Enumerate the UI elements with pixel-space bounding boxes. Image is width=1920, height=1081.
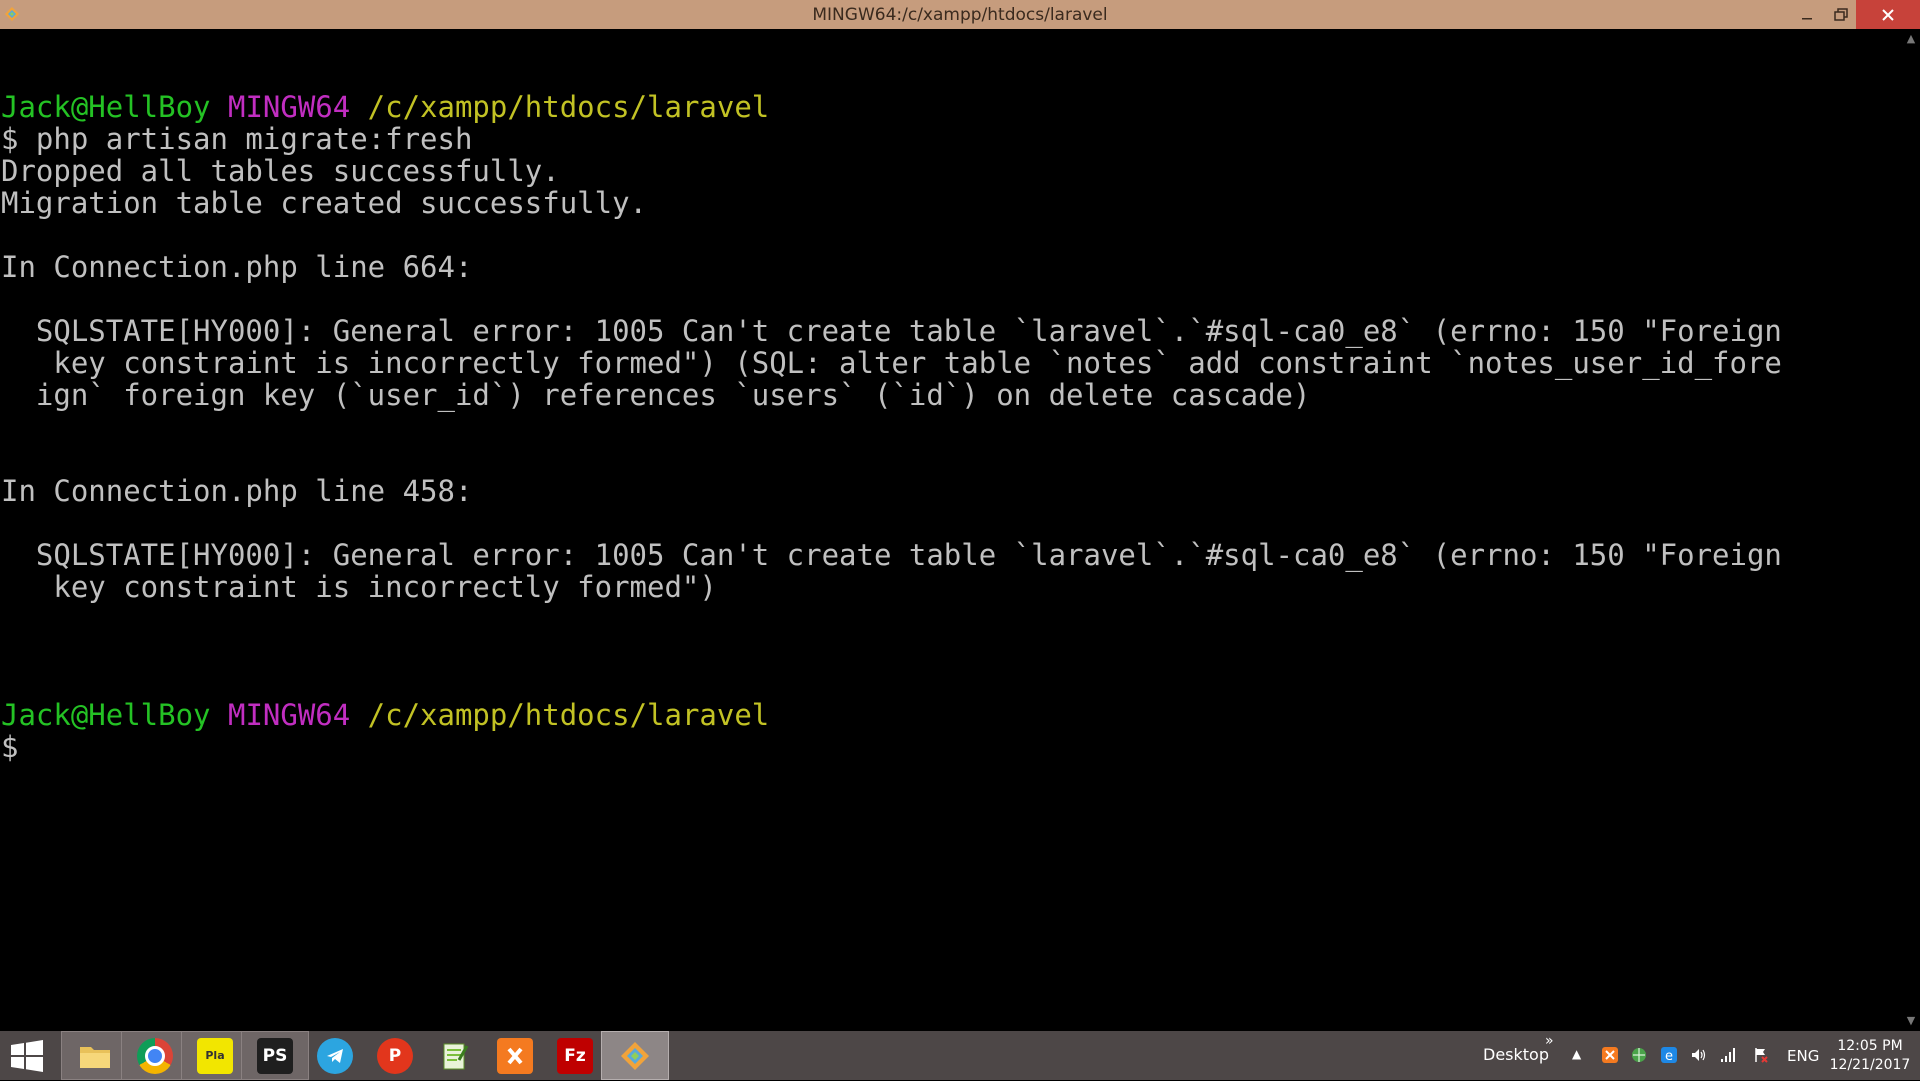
xampp-icon [497, 1037, 533, 1074]
action-center-flag-icon[interactable] [1751, 1045, 1771, 1065]
clock-time: 12:05 PM [1837, 1038, 1903, 1054]
scroll-up-arrow-icon[interactable]: ▲ [1905, 33, 1917, 45]
minimize-button[interactable] [1790, 0, 1824, 29]
edge-tray-icon[interactable]: e [1659, 1045, 1679, 1065]
terminal-text-segment: ign` foreign key (`user_id`) references … [1, 378, 1311, 412]
prompt-msystem: MINGW64 [227, 90, 351, 124]
terminal-line: In Connection.php line 664: [1, 251, 1782, 283]
volume-icon[interactable] [1689, 1045, 1709, 1065]
taskbar-app-xampp[interactable] [481, 1031, 549, 1080]
prompt-user-host: Jack@HellBoy [1, 698, 211, 732]
network-globe-tray-icon[interactable] [1629, 1045, 1649, 1065]
chrome-icon [137, 1037, 173, 1074]
close-icon [1882, 8, 1894, 21]
taskbar-app-filezilla[interactable]: Fz [541, 1031, 609, 1080]
terminal-text-segment: SQLSTATE[HY000]: General error: 1005 Can… [1, 538, 1782, 572]
git-icon [617, 1038, 653, 1074]
taskbar: Pla PS P Fz Desktop » ▲ e ENG 12:05 PM 12/2… [0, 1031, 1920, 1080]
desktop-toolbar-label[interactable]: Desktop [1483, 1031, 1549, 1080]
terminal-text-segment: $ php artisan migrate:fresh [1, 122, 473, 156]
clock-date: 12/21/2017 [1829, 1057, 1911, 1073]
telegram-icon [317, 1037, 353, 1074]
svg-text:e: e [1665, 1049, 1673, 1064]
terminal-line: In Connection.php line 458: [1, 475, 1782, 507]
taskbar-app-telegram[interactable] [301, 1031, 369, 1080]
input-language-indicator[interactable]: ENG [1787, 1031, 1819, 1080]
system-clock[interactable]: 12:05 PM 12/21/2017 [1826, 1037, 1914, 1075]
terminal-text-segment: key constraint is incorrectly formed") [1, 570, 717, 604]
terminal-line: $ php artisan migrate:fresh [1, 123, 1782, 155]
player-icon: Pla [197, 1037, 233, 1074]
scroll-down-arrow-icon[interactable]: ▼ [1905, 1015, 1917, 1027]
window-titlebar[interactable]: MINGW64:/c/xampp/htdocs/laravel [0, 0, 1920, 29]
terminal-line: $ [1, 731, 1782, 763]
minimize-icon [1802, 17, 1812, 19]
terminal-line: Jack@HellBoy MINGW64 /c/xampp/htdocs/lar… [1, 699, 1782, 731]
network-signal-icon[interactable] [1718, 1045, 1738, 1065]
window-title: MINGW64:/c/xampp/htdocs/laravel [812, 5, 1108, 25]
terminal-text-segment: Dropped all tables successfully. [1, 154, 560, 188]
terminal-line: ign` foreign key (`user_id`) references … [1, 379, 1782, 411]
taskbar-app-file-explorer[interactable] [61, 1031, 129, 1080]
terminal-line: SQLSTATE[HY000]: General error: 1005 Can… [1, 539, 1782, 571]
notepad-icon [437, 1038, 473, 1074]
taskbar-app-postman[interactable]: P [361, 1031, 429, 1080]
desktop-toolbar-chevron-icon[interactable]: » [1545, 1033, 1554, 1049]
terminal-text-segment: In Connection.php line 458: [1, 474, 473, 508]
folder-icon [77, 1038, 113, 1074]
prompt-msystem: MINGW64 [227, 698, 351, 732]
taskbar-app-git-bash[interactable] [601, 1031, 669, 1080]
vertical-scrollbar[interactable]: ▲ ▼ [1902, 29, 1920, 1031]
phpstorm-icon: PS [257, 1037, 293, 1074]
terminal-text-segment: $ [1, 730, 19, 764]
xampp-tray-icon[interactable] [1600, 1045, 1620, 1065]
terminal-line: key constraint is incorrectly formed") [1, 571, 1782, 603]
postman-icon: P [377, 1037, 413, 1074]
filezilla-icon: Fz [557, 1037, 593, 1074]
close-button[interactable] [1856, 0, 1920, 29]
terminal-text-segment: Migration table created successfully. [1, 186, 648, 220]
maximize-button[interactable] [1824, 0, 1858, 29]
terminal-line: SQLSTATE[HY000]: General error: 1005 Can… [1, 315, 1782, 347]
windows-logo-icon [11, 1040, 43, 1072]
taskbar-app-chrome[interactable] [121, 1031, 189, 1080]
terminal-text: Jack@HellBoy MINGW64 /c/xampp/htdocs/lar… [1, 59, 1782, 763]
terminal-line: Dropped all tables successfully. [1, 155, 1782, 187]
taskbar-app-player[interactable]: Pla [181, 1031, 249, 1080]
terminal-line: Migration table created successfully. [1, 187, 1782, 219]
terminal-line: key constraint is incorrectly formed") (… [1, 347, 1782, 379]
terminal-text-segment: key constraint is incorrectly formed") (… [1, 346, 1782, 380]
show-hidden-icons-icon[interactable]: ▲ [1572, 1047, 1581, 1061]
prompt-cwd: /c/xampp/htdocs/laravel [367, 90, 770, 124]
restore-icon [1834, 7, 1848, 21]
terminal-text-segment: SQLSTATE[HY000]: General error: 1005 Can… [1, 314, 1782, 348]
prompt-cwd: /c/xampp/htdocs/laravel [367, 698, 770, 732]
taskbar-app-phpstorm[interactable]: PS [241, 1031, 309, 1080]
prompt-user-host: Jack@HellBoy [1, 90, 211, 124]
terminal-line: Jack@HellBoy MINGW64 /c/xampp/htdocs/lar… [1, 91, 1782, 123]
terminal-text-segment: In Connection.php line 664: [1, 250, 473, 284]
taskbar-app-notepad-plus[interactable] [421, 1031, 489, 1080]
start-button[interactable] [8, 1040, 46, 1072]
terminal-output[interactable]: Jack@HellBoy MINGW64 /c/xampp/htdocs/lar… [0, 29, 1902, 1031]
